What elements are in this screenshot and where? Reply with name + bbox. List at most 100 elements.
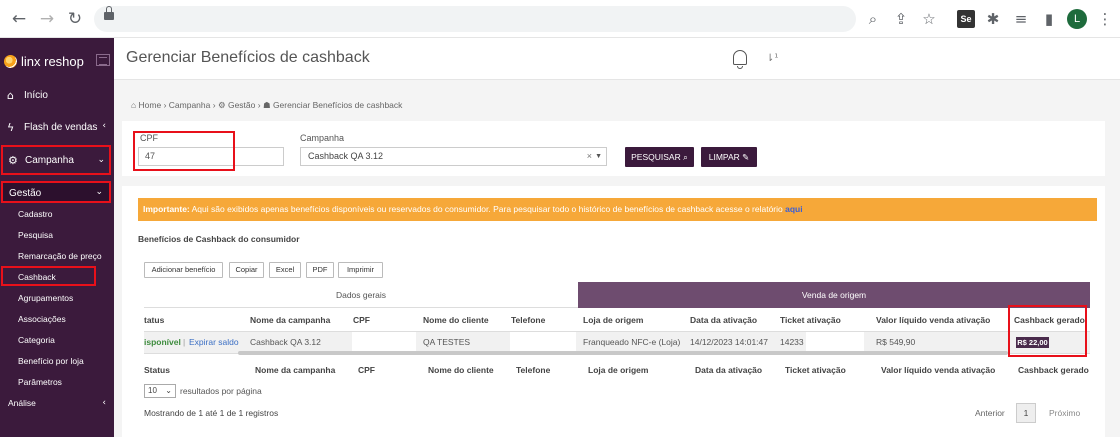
bolt-icon: ϟ: [7, 121, 15, 134]
search-button[interactable]: PESQUISAR ⌕: [625, 147, 694, 167]
cell-net-value: R$ 549,90: [876, 337, 916, 347]
notice-link[interactable]: aqui: [785, 204, 802, 214]
address-bar[interactable]: [94, 6, 856, 32]
notice-strong: Importante:: [143, 204, 190, 214]
breadcrumb: ⌂ Home › Campanha › ⚙ Gestão › ☗ Gerenci…: [131, 100, 402, 111]
sidebar-item-label: Início: [24, 90, 48, 101]
footer-col-phone: Telefone: [516, 365, 551, 375]
extensions-puzzle-icon[interactable]: ✱: [983, 9, 1003, 29]
cpf-highlight: [133, 131, 235, 171]
col-header-ticket[interactable]: Ticket ativação: [780, 315, 841, 325]
clear-button[interactable]: LIMPAR ✎: [701, 147, 757, 167]
sidebar-subitem-beneficio-por-loja[interactable]: Benefício por loja: [18, 356, 84, 366]
profile-avatar[interactable]: L: [1067, 9, 1087, 29]
menu-toggle-icon[interactable]: [96, 54, 110, 66]
gear-icon: ⚙: [8, 154, 18, 167]
sidebar-item-label: Flash de vendas: [24, 122, 98, 133]
col-header-date[interactable]: Data da ativação: [690, 315, 757, 325]
notice-banner: Importante: Aqui são exibidos apenas ben…: [138, 198, 1097, 221]
footer-col-net-value: Valor líquido venda ativação: [881, 365, 996, 375]
sidebar-subitem-cashback[interactable]: Cashback: [18, 272, 56, 282]
pagination-previous[interactable]: Anterior: [975, 408, 1005, 418]
cell-phone: [510, 332, 576, 353]
cell-date: 14/12/2023 14:01:47: [690, 337, 768, 347]
sidebar-subitem-categoria[interactable]: Categoria: [18, 335, 55, 345]
sidebar-item-campanha[interactable]: ⚙ Campanha ⌄: [1, 145, 111, 175]
sidebar-item-inicio[interactable]: ⌂ Início: [0, 89, 114, 103]
user-menu-icon[interactable]: ⇂¹: [766, 53, 778, 64]
sidebar-subitem-associacoes[interactable]: Associações: [18, 314, 66, 324]
sidebar-item-label: Gestão: [9, 188, 42, 199]
breadcrumb-campanha[interactable]: Campanha: [169, 100, 211, 110]
back-icon[interactable]: ←: [8, 8, 30, 30]
pagination-next[interactable]: Próximo: [1049, 408, 1080, 418]
sidebar-subitem-cadastro[interactable]: Cadastro: [18, 209, 53, 219]
col-header-campaign[interactable]: Nome da campanha: [250, 315, 330, 325]
footer-col-date: Data da ativação: [695, 365, 763, 375]
eraser-icon: ✎: [742, 153, 750, 163]
sidebar-item-gestao[interactable]: Gestão ⌄: [1, 181, 111, 203]
cell-client: QA TESTES: [423, 337, 471, 347]
page-title: Gerenciar Benefícios de cashback: [126, 49, 370, 66]
footer-col-status: Status: [144, 365, 170, 375]
table-info: Mostrando de 1 até 1 de 1 registros: [144, 408, 279, 418]
campaign-select[interactable]: Cashback QA 3.12 × ▼: [300, 147, 607, 166]
breadcrumb-gestao[interactable]: Gestão: [228, 100, 255, 110]
clear-selection-icon[interactable]: ×: [587, 148, 592, 165]
cell-campaign: Cashback QA 3.12: [250, 337, 321, 347]
forward-icon[interactable]: →: [36, 8, 58, 30]
chevron-down-icon: ⌄: [95, 187, 103, 197]
lock-icon[interactable]: [104, 6, 114, 20]
footer-col-cashback: Cashback gerado: [1018, 365, 1089, 375]
breadcrumb-home[interactable]: Home: [139, 100, 162, 110]
brand-name: linx reshop: [21, 54, 84, 69]
col-header-client[interactable]: Nome do cliente: [423, 315, 489, 325]
cell-ticket: 14233: [780, 337, 804, 347]
bookmark-star-icon[interactable]: ☆: [919, 9, 939, 29]
zoom-icon[interactable]: ⌕: [863, 9, 883, 29]
home-icon: ⌂: [7, 89, 14, 102]
campaign-label: Campanha: [300, 133, 345, 143]
sidebar-subitem-pesquisa[interactable]: Pesquisa: [18, 230, 53, 240]
sidebar-subitem-agrupamentos[interactable]: Agrupamentos: [18, 293, 73, 303]
col-header-status[interactable]: tatus: [144, 315, 164, 325]
side-panel-icon[interactable]: ▮: [1039, 9, 1059, 29]
media-queue-icon[interactable]: ≡: [1011, 9, 1031, 29]
status-available: isponível: [144, 337, 181, 347]
cell-ticket-bg: [806, 332, 864, 353]
col-header-cpf[interactable]: CPF: [353, 315, 370, 325]
page-length-select[interactable]: 10 ⌄: [144, 384, 176, 398]
cell-cpf: [352, 332, 416, 353]
col-header-store[interactable]: Loja de origem: [583, 315, 643, 325]
search-button-label: PESQUISAR: [631, 152, 681, 162]
excel-button[interactable]: Excel: [269, 262, 301, 278]
cashback-highlight: [1008, 305, 1087, 357]
pdf-button[interactable]: PDF: [306, 262, 334, 278]
chevron-left-icon: ‹: [102, 398, 106, 408]
sidebar-item-analise[interactable]: Análise ‹: [0, 398, 114, 410]
sidebar-item-flash-de-vendas[interactable]: ϟ Flash de vendas ‹: [0, 121, 114, 135]
col-header-net-value[interactable]: Valor líquido venda ativação: [876, 315, 990, 325]
horizontal-scrollbar[interactable]: [238, 351, 1008, 355]
extension-se-icon[interactable]: Se: [957, 10, 975, 28]
col-header-phone[interactable]: Telefone: [511, 315, 545, 325]
linx-logo-icon: [4, 55, 17, 68]
expire-balance-link[interactable]: Expirar saldo: [189, 337, 239, 347]
pagination-current-page[interactable]: 1: [1016, 403, 1036, 423]
print-button[interactable]: Imprimir: [338, 262, 383, 278]
add-benefit-button[interactable]: Adicionar benefício: [144, 262, 223, 278]
footer-col-store: Loja de origem: [588, 365, 649, 375]
chevron-left-icon: ‹: [102, 121, 106, 131]
sidebar-subitem-parametros[interactable]: Parâmetros: [18, 377, 62, 387]
browser-toolbar: ← → ↻ ⌕ ⇪ ☆ Se ✱ ≡ ▮ L ⋮: [0, 0, 1120, 38]
reload-icon[interactable]: ↻: [64, 8, 86, 30]
kebab-menu-icon[interactable]: ⋮: [1095, 9, 1115, 29]
group-header-dados-gerais: Dados gerais: [144, 282, 578, 308]
copy-button[interactable]: Copiar: [229, 262, 264, 278]
gears-icon: ⚙: [217, 100, 226, 110]
share-icon[interactable]: ⇪: [891, 9, 911, 29]
caret-down-icon[interactable]: ▼: [595, 148, 602, 165]
sidebar-subitem-remarcacao[interactable]: Remarcação de preço: [18, 251, 102, 261]
bell-icon[interactable]: [731, 50, 749, 70]
footer-col-ticket: Ticket ativação: [785, 365, 846, 375]
